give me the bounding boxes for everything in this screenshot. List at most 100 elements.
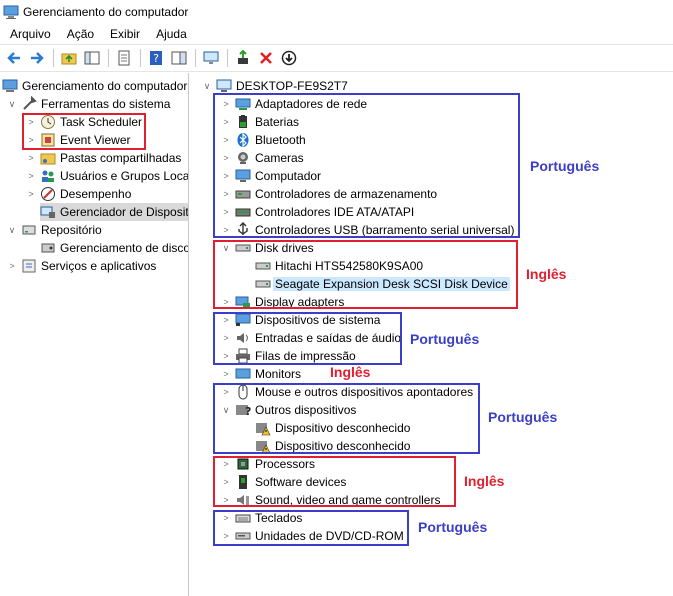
uninstall-button[interactable] bbox=[255, 47, 277, 69]
tree-item-storage[interactable]: ∨ Repositório bbox=[6, 221, 102, 239]
disable-device-button[interactable] bbox=[278, 47, 300, 69]
device-disk-seagate[interactable]: Seagate Expansion Desk SCSI Disk Device bbox=[255, 275, 510, 293]
chevron-right-icon[interactable]: > bbox=[220, 189, 232, 199]
chevron-right-icon[interactable]: > bbox=[25, 153, 37, 163]
tree-item-system-tools[interactable]: ∨ Ferramentas do sistema bbox=[6, 95, 170, 113]
menu-ajuda[interactable]: Ajuda bbox=[146, 27, 193, 41]
computer-management-icon bbox=[2, 78, 18, 94]
show-hide-tree-button[interactable] bbox=[81, 47, 103, 69]
monitor-icon bbox=[235, 168, 251, 184]
annotation-label-ingles: Inglês bbox=[330, 364, 371, 380]
device-category-software-devices[interactable]: > Software devices bbox=[220, 473, 346, 491]
tree-item-services-apps[interactable]: > Serviços e aplicativos bbox=[6, 257, 156, 275]
chevron-right-icon[interactable]: > bbox=[220, 531, 232, 541]
chevron-right-icon[interactable]: > bbox=[220, 207, 232, 217]
mouse-icon bbox=[235, 384, 251, 400]
device-disk-hitachi[interactable]: Hitachi HTS542580K9SA00 bbox=[255, 257, 423, 275]
warning-icon bbox=[255, 420, 271, 436]
chevron-right-icon[interactable]: > bbox=[220, 333, 232, 343]
chevron-right-icon[interactable]: > bbox=[25, 189, 37, 199]
device-unknown-2[interactable]: Dispositivo desconhecido bbox=[255, 437, 410, 455]
chevron-down-icon[interactable]: ∨ bbox=[220, 243, 232, 254]
device-category-display-adapters[interactable]: > Display adapters bbox=[220, 293, 344, 311]
console-tree: Gerenciamento do computador ∨ Ferramenta… bbox=[0, 73, 189, 596]
chevron-right-icon[interactable]: > bbox=[220, 99, 232, 109]
chevron-right-icon[interactable]: > bbox=[220, 351, 232, 361]
chevron-right-icon[interactable]: > bbox=[220, 315, 232, 325]
update-driver-button[interactable] bbox=[232, 47, 254, 69]
up-folder-button[interactable] bbox=[58, 47, 80, 69]
device-category-monitors[interactable]: > Monitors bbox=[220, 365, 301, 383]
chevron-right-icon[interactable]: > bbox=[220, 459, 232, 469]
chevron-right-icon[interactable]: > bbox=[220, 297, 232, 307]
chevron-down-icon[interactable]: ∨ bbox=[220, 405, 232, 416]
device-category-usb-controllers[interactable]: > Controladores USB (barramento serial u… bbox=[220, 221, 514, 239]
device-unknown-1[interactable]: Dispositivo desconhecido bbox=[255, 419, 410, 437]
scan-hardware-button[interactable] bbox=[200, 47, 222, 69]
chevron-right-icon[interactable]: > bbox=[25, 117, 37, 127]
folder-up-icon bbox=[61, 53, 77, 65]
action-pane-button[interactable] bbox=[168, 47, 190, 69]
device-category-ide-controllers[interactable]: > Controladores IDE ATA/ATAPI bbox=[220, 203, 414, 221]
console-tree-icon bbox=[84, 51, 100, 65]
annotation-label-portugues: Português bbox=[488, 409, 558, 425]
tree-item-task-scheduler[interactable]: > Task Scheduler bbox=[25, 113, 142, 131]
tree-item-event-viewer[interactable]: > Event Viewer bbox=[25, 131, 130, 149]
device-category-network[interactable]: > Adaptadores de rede bbox=[220, 95, 367, 113]
menu-arquivo[interactable]: Arquivo bbox=[0, 27, 57, 41]
forward-button[interactable] bbox=[26, 47, 48, 69]
chevron-right-icon[interactable]: > bbox=[6, 261, 18, 271]
device-category-print-queues[interactable]: > Filas de impressão bbox=[220, 347, 356, 365]
device-category-storage-controllers[interactable]: > Controladores de armazenamento bbox=[220, 185, 437, 203]
chevron-right-icon[interactable]: > bbox=[220, 369, 232, 379]
chevron-right-icon[interactable]: > bbox=[220, 495, 232, 505]
keyboard-icon bbox=[235, 510, 251, 526]
chevron-down-icon[interactable]: ∨ bbox=[6, 225, 18, 236]
tree-item-shared-folders[interactable]: > Pastas compartilhadas bbox=[25, 149, 181, 167]
warning-icon bbox=[255, 438, 271, 454]
device-category-batteries[interactable]: > Baterias bbox=[220, 113, 299, 131]
chevron-down-icon[interactable]: ∨ bbox=[201, 81, 213, 92]
device-category-disk-drives[interactable]: ∨ Disk drives bbox=[220, 239, 314, 257]
device-category-processors[interactable]: > Processors bbox=[220, 455, 315, 473]
tree-item-device-manager[interactable]: Gerenciador de Disposit bbox=[40, 203, 188, 221]
services-icon bbox=[21, 258, 37, 274]
device-category-keyboards[interactable]: > Teclados bbox=[220, 509, 302, 527]
help-button[interactable]: ? bbox=[145, 47, 167, 69]
storage-icon bbox=[21, 222, 37, 238]
menu-acao[interactable]: Ação bbox=[57, 27, 100, 41]
device-category-mouse[interactable]: > Mouse e outros dispositivos apontadore… bbox=[220, 383, 473, 401]
chevron-right-icon[interactable]: > bbox=[220, 171, 232, 181]
device-category-cameras[interactable]: > Cameras bbox=[220, 149, 303, 167]
chevron-right-icon[interactable]: > bbox=[220, 225, 232, 235]
battery-icon bbox=[235, 114, 251, 130]
device-category-sound-video[interactable]: > Sound, video and game controllers bbox=[220, 491, 440, 509]
chevron-right-icon[interactable]: > bbox=[220, 135, 232, 145]
device-category-other-devices[interactable]: ∨ ? Outros dispositivos bbox=[220, 401, 357, 419]
window-title: Gerenciamento do computador bbox=[23, 5, 189, 19]
svg-text:?: ? bbox=[245, 405, 251, 418]
chevron-right-icon[interactable]: > bbox=[25, 171, 37, 181]
device-category-system-devices[interactable]: > Dispositivos de sistema bbox=[220, 311, 380, 329]
device-category-bluetooth[interactable]: > Bluetooth bbox=[220, 131, 306, 149]
display-adapter-icon bbox=[235, 294, 251, 310]
chevron-down-icon[interactable]: ∨ bbox=[6, 99, 18, 110]
device-category-computer[interactable]: > Computador bbox=[220, 167, 321, 185]
back-button[interactable] bbox=[3, 47, 25, 69]
tree-item-disk-management[interactable]: Gerenciamento de disco bbox=[40, 239, 188, 257]
tree-item-performance[interactable]: > Desempenho bbox=[25, 185, 131, 203]
chevron-right-icon[interactable]: > bbox=[25, 135, 37, 145]
menu-exibir[interactable]: Exibir bbox=[100, 27, 146, 41]
chevron-right-icon[interactable]: > bbox=[220, 117, 232, 127]
tree-item-users-groups[interactable]: > Usuários e Grupos Loca bbox=[25, 167, 188, 185]
device-category-dvd[interactable]: > Unidades de DVD/CD-ROM bbox=[220, 527, 403, 545]
chevron-right-icon[interactable]: > bbox=[220, 477, 232, 487]
chevron-right-icon[interactable]: > bbox=[220, 513, 232, 523]
device-category-audio-io[interactable]: > Entradas e saídas de áudio bbox=[220, 329, 401, 347]
tree-item-root[interactable]: Gerenciamento do computador bbox=[2, 77, 187, 95]
chevron-right-icon[interactable]: > bbox=[220, 387, 232, 397]
device-tree-root[interactable]: ∨ DESKTOP-FE9S2T7 bbox=[201, 77, 348, 95]
properties-button[interactable] bbox=[113, 47, 135, 69]
chevron-right-icon[interactable]: > bbox=[220, 153, 232, 163]
toolbar-separator bbox=[53, 49, 54, 67]
